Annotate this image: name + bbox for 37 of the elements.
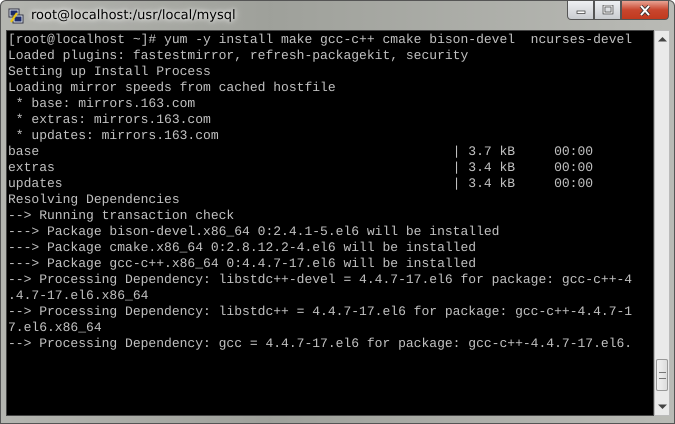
terminal-line: Loaded plugins: fastestmirror, refresh-packagekit, security <box>8 48 468 64</box>
terminal-line: Setting up Install Process <box>8 64 211 80</box>
repo-name: updates <box>8 176 63 191</box>
terminal-line: ---> Package gcc-c++.x86_64 0:4.4.7-17.el6 will be installed <box>8 256 476 272</box>
download-size: | 3.4 kB <box>452 176 516 191</box>
terminal-line: ---> Package bison-devel.x86_64 0:2.4.1-5.el6 will be installed <box>8 224 500 240</box>
repo-name: base <box>8 144 40 159</box>
download-time: 00:00 <box>554 144 594 159</box>
scroll-up-icon[interactable] <box>658 36 666 42</box>
download-time: 00:00 <box>554 176 594 191</box>
scroll-bar[interactable] <box>654 30 670 416</box>
scroll-thumb[interactable] <box>656 359 668 391</box>
terminal-line: * extras: mirrors.163.com <box>14 112 211 128</box>
terminal-line: --> Processing Dependency: libstdc++ = 4.4.7-17.el6 for package: gcc-c++-4.4.7-1 <box>8 304 632 320</box>
download-time: 00:00 <box>554 160 594 175</box>
terminal-line: [root@localhost ~]# yum -y install make gcc-c++ cmake bison-devel ncurses-devel <box>8 32 632 48</box>
repo-name: extras <box>8 160 55 175</box>
maximize-button[interactable] <box>594 1 621 20</box>
terminal-line: --> Running transaction check <box>8 208 234 224</box>
terminal-line: 7.el6.x86_64 <box>8 320 102 336</box>
terminal-line: .4.7-17.el6.x86_64 <box>8 288 148 304</box>
download-size: | 3.7 kB <box>452 144 516 159</box>
terminal-line: Resolving Dependencies <box>8 192 180 208</box>
window-title: root@localhost:/usr/local/mysql <box>31 8 236 23</box>
terminal-line: --> Processing Dependency: gcc = 4.4.7-17.el6 for package: gcc-c++-4.4.7-17.el6. <box>8 336 632 352</box>
terminal-line: Loading mirror speeds from cached hostfile <box>8 80 336 96</box>
maximize-icon <box>602 5 614 15</box>
close-button[interactable] <box>621 1 669 20</box>
terminal-app-icon <box>7 6 25 24</box>
terminal-line: * updates: mirrors.163.com <box>14 128 219 144</box>
terminal-line: ---> Package cmake.x86_64 0:2.8.12.2-4.el6 will be installed <box>8 240 476 256</box>
close-icon <box>638 4 652 16</box>
terminal-line: * base: mirrors.163.com <box>14 96 196 112</box>
download-size: | 3.4 kB <box>452 160 516 175</box>
terminal-line: --> Processing Dependency: libstdc++-devel = 4.4.7-17.el6 for package: gcc-c++-4 <box>8 272 632 288</box>
scroll-down-icon[interactable] <box>658 404 666 410</box>
minimize-button[interactable] <box>567 1 594 20</box>
